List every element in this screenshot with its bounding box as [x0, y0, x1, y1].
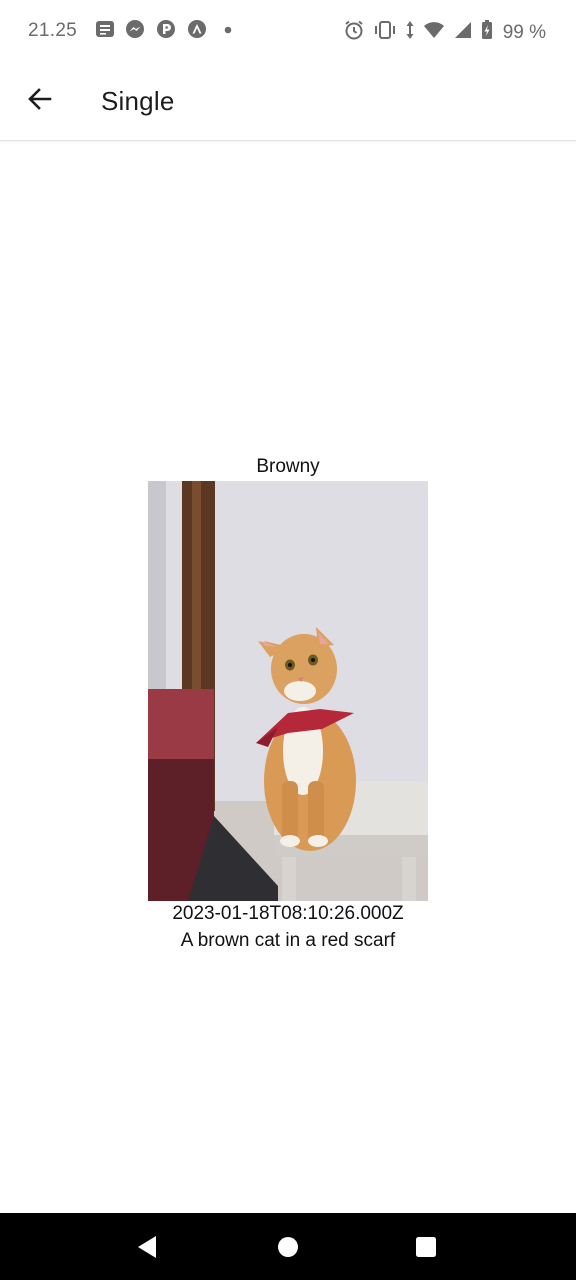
data-arrows-icon	[405, 19, 415, 47]
status-bar: 21.25 99 %	[0, 0, 576, 62]
item-date: 2023-01-18T08:10:26.000Z	[172, 903, 404, 924]
signal-icon	[453, 19, 473, 47]
item-name: Browny	[256, 456, 320, 477]
app-bar: Single	[0, 62, 576, 141]
status-time: 21.25	[28, 20, 78, 41]
arc-icon	[187, 19, 209, 41]
item-description: A brown cat in a red scarf	[180, 930, 396, 951]
recents-square-icon[interactable]	[412, 1233, 440, 1261]
back-button[interactable]	[18, 79, 62, 123]
back-triangle-icon[interactable]	[134, 1233, 162, 1261]
battery-percent: 99 %	[502, 22, 546, 43]
cat-photo	[148, 481, 428, 901]
status-right-group: 99 %	[343, 19, 546, 47]
dot-icon	[222, 19, 234, 41]
vibrate-icon	[373, 19, 397, 47]
home-circle-icon[interactable]	[274, 1233, 302, 1261]
system-nav-bar	[0, 1213, 576, 1280]
arrow-back-icon	[26, 85, 54, 118]
page-title: Single	[101, 86, 175, 116]
wifi-icon	[423, 19, 445, 47]
screen: 21.25 99 % Single Browny 2023-01-18T08:1…	[0, 0, 576, 1280]
battery-charging-icon	[481, 19, 493, 47]
alarm-icon	[343, 19, 365, 47]
news-icon	[95, 19, 117, 41]
messenger-icon	[125, 19, 147, 41]
pocket-casts-icon	[156, 19, 178, 41]
